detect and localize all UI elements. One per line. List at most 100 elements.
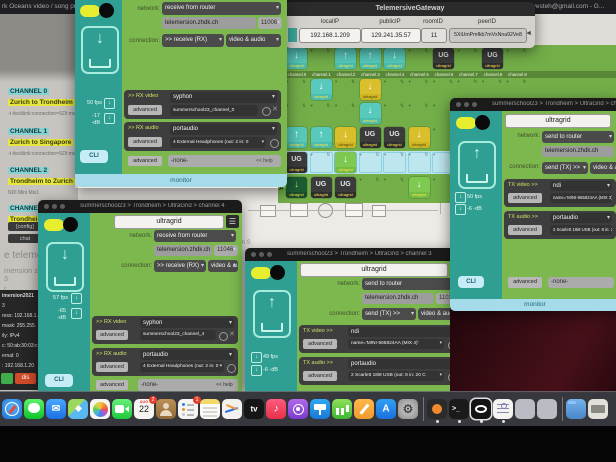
grid-module-ug[interactable]: UGultragrid [360, 127, 381, 148]
cell-resize-icon[interactable]: ⇅ [351, 103, 355, 108]
cell-dropdown-icon[interactable]: ▾ [335, 79, 337, 84]
cell-dropdown-icon[interactable]: ▾ [384, 103, 386, 108]
cli-button[interactable]: CLI [45, 374, 73, 387]
advanced-button[interactable]: advanced [128, 137, 162, 147]
dock-app-contacts[interactable] [156, 399, 176, 419]
dock-app-pages[interactable] [354, 399, 374, 419]
cell-dropdown-icon[interactable]: ▾ [335, 103, 337, 108]
advanced-button[interactable]: advanced [508, 225, 542, 235]
cell-dropdown-icon[interactable]: ▾ [482, 79, 484, 84]
cell-resize-icon[interactable]: ⇅ [400, 79, 404, 84]
connect-button[interactable] [1, 373, 13, 384]
advanced-button[interactable]: advanced [128, 156, 162, 166]
host-field[interactable]: telemersion.zhdk.ch [154, 245, 212, 256]
tx-video-advanced-field[interactable]: name='MINI-565824AA (MIX 3)' [550, 193, 612, 203]
cell-dropdown-icon[interactable]: ▾ [507, 79, 509, 84]
telemersive-gateway-window[interactable]: TelemersiveGateway localIP 192.168.1.209… [285, 2, 535, 48]
dock-app-window-thumbnail[interactable] [537, 399, 557, 419]
cell-dropdown-icon[interactable]: ▾ [311, 103, 313, 108]
cell-resize-icon[interactable]: ⇅ [474, 48, 478, 53]
app-name-field[interactable]: ultragrid [300, 263, 448, 277]
dock-app-photos[interactable] [90, 399, 110, 419]
app-name-field[interactable]: ultragrid [114, 215, 224, 229]
power-toggle[interactable] [80, 3, 114, 19]
rx-video-advanced-field[interactable]: summerschool23_channel_0 [170, 105, 258, 116]
network-mode-dropdown[interactable]: send to router▾ [362, 278, 462, 290]
cell-resize-icon[interactable]: ⇅ [400, 177, 404, 182]
disconnect-button[interactable]: dis [15, 373, 36, 384]
dock-app-safari[interactable] [2, 399, 22, 419]
speaker-icon[interactable]: ◄ [525, 30, 532, 37]
grid-module-teal-up[interactable]: ↑ultragrid [286, 127, 307, 148]
cell-resize-icon[interactable]: ⇅ [376, 177, 380, 182]
dock-app-notes[interactable] [200, 399, 220, 419]
help-link[interactable]: << help [256, 158, 273, 164]
cell-dropdown-icon[interactable]: ▾ [409, 152, 411, 157]
titlebar[interactable]: summerschool23 > Trondheim > UltraGrid >… [245, 248, 467, 261]
dock-app-tv[interactable]: tv [244, 399, 264, 419]
dock-app-messages[interactable] [24, 399, 44, 419]
grid-module-teal-up[interactable]: ↑ultragrid [360, 48, 381, 69]
dock-app-facetime[interactable] [112, 399, 132, 419]
cell-dropdown-icon[interactable]: ▾ [507, 48, 509, 53]
cell-resize-icon[interactable]: ⇅ [351, 79, 355, 84]
fps-meter-icon[interactable]: ↓ [251, 352, 262, 363]
dock-app-downloads-folder[interactable] [566, 399, 586, 419]
dock-app-maps[interactable] [68, 399, 88, 419]
host-field[interactable]: telemersion.zhdk.ch [542, 146, 614, 157]
grid-module-teal-down[interactable]: ↓ultragrid [360, 103, 381, 124]
app-name-field[interactable]: ultragrid [505, 114, 611, 128]
advanced-button[interactable]: advanced [303, 339, 337, 349]
close-icon[interactable]: ✕ [272, 105, 278, 113]
cell-dropdown-icon[interactable]: ▾ [360, 177, 362, 182]
tx-video-dropdown[interactable]: ndi▾ [550, 181, 612, 191]
db-meter-icon[interactable]: ↓ [71, 308, 82, 319]
advanced-button[interactable]: advanced [128, 105, 162, 115]
dock-app-calendar[interactable]: AUG222 [134, 399, 154, 419]
tx-video-advanced-field[interactable]: name='MINI-565824AA (MIX 4)'▾ [348, 339, 444, 349]
doc-button[interactable]: chat [8, 234, 42, 243]
grid-module-yellow-down[interactable]: ↓ultragrid [409, 127, 430, 148]
cell-resize-icon[interactable]: ⇅ [523, 79, 527, 84]
doc-button[interactable]: [config] [8, 222, 42, 231]
advanced-button[interactable]: advanced [508, 193, 542, 203]
rx-video-dropdown[interactable]: syphon▾ [170, 92, 277, 103]
grid-module-ug[interactable]: UGultragrid [286, 152, 307, 173]
connection-dropdown[interactable]: >> receive (RX)▾ [162, 34, 224, 47]
cell-resize-icon[interactable]: ⇅ [425, 79, 429, 84]
cell-dropdown-icon[interactable]: ▾ [409, 48, 411, 53]
ultragrid-window-channel-3[interactable]: summerschool23 > Trondheim > UltraGrid >… [245, 248, 467, 392]
cell-dropdown-icon[interactable]: ▾ [433, 152, 435, 157]
av-dropdown[interactable]: video & audio▾ [208, 260, 238, 272]
rx-audio-advanced-field[interactable]: 4 External Headphones (out: 2 in: 0▾ [170, 137, 266, 148]
host-field[interactable]: telemersion.zhdk.ch [162, 17, 256, 29]
record-circle-icon[interactable] [219, 332, 228, 341]
connection-dropdown[interactable]: >> receive (RX)▾ [154, 260, 206, 272]
cell-dropdown-icon[interactable]: ▾ [384, 79, 386, 84]
cell-resize-icon[interactable]: ⇅ [327, 103, 331, 108]
cell-resize-icon[interactable]: ⇅ [400, 103, 404, 108]
grid-module-yellow-down[interactable]: ↓ultragrid [360, 79, 381, 100]
cell-resize-icon[interactable]: ⇅ [425, 152, 429, 157]
ultragrid-window-right[interactable]: summerschool23 > Trondheim > UltraGrid >… [450, 98, 616, 311]
cell-dropdown-icon[interactable]: ▾ [433, 103, 435, 108]
av-dropdown[interactable]: video & audio [590, 162, 616, 174]
cell-resize-icon[interactable]: ⇅ [400, 152, 404, 157]
advanced-button[interactable]: advanced [508, 277, 542, 288]
connection-dropdown[interactable]: send (TX) >>▾ [542, 162, 588, 174]
receive-arrow-button[interactable]: ↓ [46, 242, 84, 292]
grid-module-ug[interactable]: UGultragrid [433, 48, 454, 69]
grid-module-yellow-down[interactable]: ↓ultragrid [335, 127, 356, 148]
cell-dropdown-icon[interactable]: ▾ [433, 79, 435, 84]
titlebar[interactable]: summerschool23 > Trondheim > UltraGrid >… [450, 98, 616, 111]
room-id-field[interactable]: 11 [421, 28, 447, 43]
fps-meter-icon[interactable]: ↓ [71, 293, 82, 304]
cell-dropdown-icon[interactable]: ▾ [311, 48, 313, 53]
titlebar[interactable]: summerschool23 > Trondheim > UltraGrid >… [38, 200, 242, 213]
close-icon[interactable]: ✕ [229, 330, 235, 338]
grid-module-teal-down[interactable]: ↓ultragrid [384, 48, 405, 69]
grid-module-teal-up[interactable]: ↑ultragrid [335, 48, 356, 69]
dock-app-mail[interactable]: ✉ [46, 399, 66, 419]
dock-app-terminal[interactable]: >_ [449, 399, 469, 419]
rx-audio-dropdown[interactable]: portaudio▾ [140, 350, 234, 360]
